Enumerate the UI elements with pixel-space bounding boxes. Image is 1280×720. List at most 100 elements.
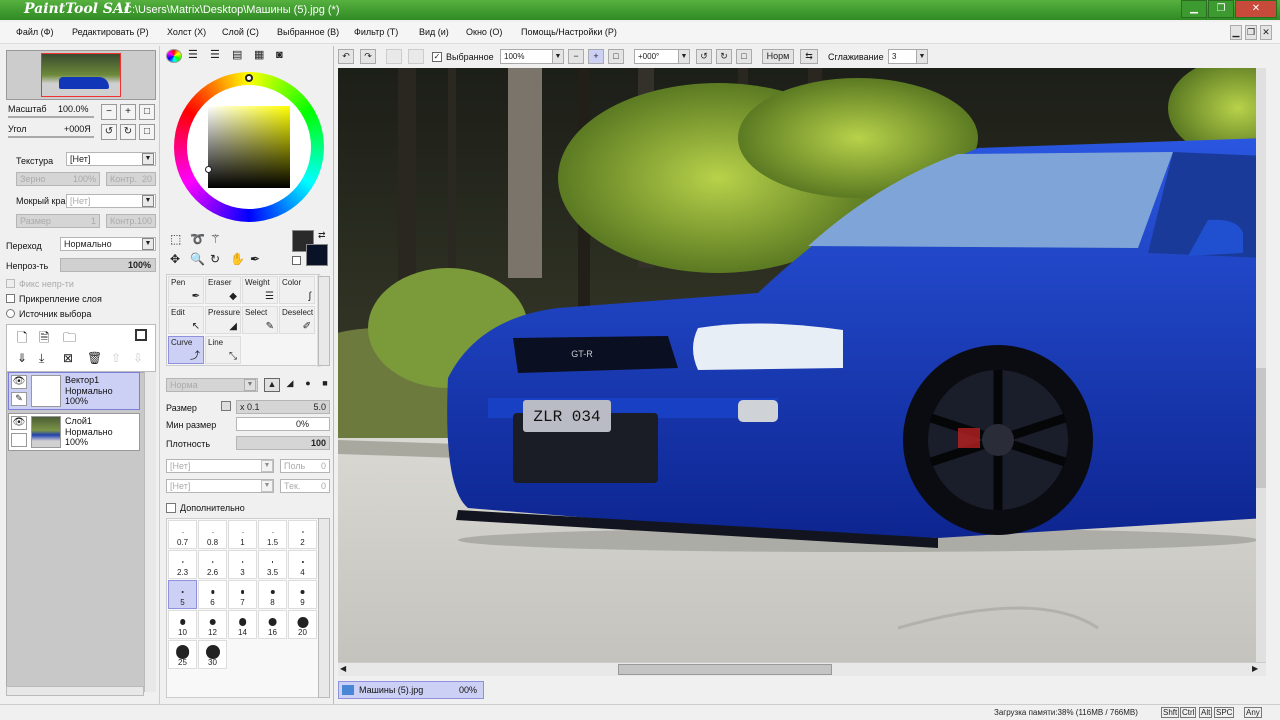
zoom-tool-icon[interactable]: 🔍 [190,252,205,266]
menu-filter[interactable]: Фильтр (Т) [354,27,398,37]
hand-icon[interactable]: ✋ [230,252,245,266]
tool-color[interactable]: Color ʃ [279,276,315,304]
texture-dropdown-icon[interactable]: ▼ [142,153,154,165]
brush-size-preset[interactable]: 3.5 [258,550,287,579]
navigator-preview[interactable] [6,50,156,100]
move-icon[interactable]: ✥ [170,252,180,266]
new-layer-icon[interactable]: 🗋 [17,329,27,351]
delete-layer-icon[interactable]: 🗑 [87,351,102,365]
nav-zoom-out-icon[interactable]: − [101,104,117,120]
selection-source-radio[interactable] [6,309,15,318]
angle-slider[interactable] [8,136,94,138]
brush-shape-round-icon[interactable]: ◢ [282,378,298,392]
brush-size-preset[interactable]: 16 [258,610,287,639]
grain-field[interactable]: Зерно 100% [16,172,100,186]
close-button[interactable]: ✕ [1235,0,1277,18]
brush-grid-scrollbar[interactable] [318,518,330,698]
angle-dropdown-icon[interactable]: ▼ [678,49,690,64]
layer-down-icon[interactable]: ⇩ [133,351,143,365]
canvas-vscrollbar[interactable] [1256,68,1266,662]
brush-size-preset[interactable]: 2.3 [168,550,197,579]
opacity-slider[interactable]: 100% [60,258,156,272]
layer-scrollbar[interactable] [144,372,156,692]
rotate-reset-icon[interactable]: □ [736,49,752,64]
brush-size-preset[interactable]: 7 [228,580,257,609]
brush-size-preset[interactable]: 3 [228,550,257,579]
tool-pen[interactable]: Pen ✒ [168,276,204,304]
layer-row[interactable]: 👁 ✎ Вектор1 Нормально 100% [8,372,140,410]
doc-restore-button[interactable]: ❐ [1245,25,1257,40]
rotate-left-icon[interactable]: ↺ [696,49,712,64]
transparent-color-icon[interactable] [292,256,301,265]
deselect-icon[interactable] [386,49,402,64]
magic-wand-icon[interactable]: ⚚ [210,232,221,246]
tool-scrollbar[interactable] [318,276,330,366]
doc-minimize-button[interactable]: ▁ [1230,25,1242,40]
menu-selection[interactable]: Выбранное (В) [277,27,339,37]
tool-eraser[interactable]: Eraser ◆ [205,276,241,304]
zoom-reset-icon[interactable]: □ [608,49,624,64]
brush-lock-icon[interactable]: ✎ [11,392,27,406]
brush-texture-dropdown-icon[interactable]: ▼ [261,480,273,492]
tool-pressure[interactable]: Pressure ◢ [205,306,241,334]
merge-down-icon[interactable]: ⤓ [39,351,44,366]
swatch-icon[interactable]: ▤ [232,49,248,63]
density-slider[interactable]: 100 [236,436,330,450]
eye-icon[interactable]: 👁 [11,375,27,389]
zoom-out-icon[interactable]: − [568,49,584,64]
menu-edit[interactable]: Редактировать (Р) [72,27,149,37]
redo-icon[interactable]: ↷ [360,49,376,64]
minimize-button[interactable]: ▁ [1181,0,1207,18]
brush-size-preset[interactable]: 14 [228,610,257,639]
brush-shape-square-icon[interactable]: ■ [318,378,332,392]
brush-texture-select[interactable]: [Нет] [166,479,274,493]
hue-handle[interactable] [245,74,253,82]
brush-size-preset[interactable]: 5 [168,580,197,609]
eyedropper-icon[interactable]: ✒ [250,252,260,266]
brush-size-preset[interactable]: 12 [198,610,227,639]
smoothing-dropdown-icon[interactable]: ▼ [916,49,928,64]
new-vector-layer-icon[interactable]: 🗎 [39,329,49,351]
brush-size-preset[interactable]: 25 [168,640,197,669]
clip-layer-checkbox[interactable] [6,294,15,303]
document-tab[interactable]: Машины (5).jpg 00% [338,681,484,699]
brush-size-preset[interactable]: 8 [258,580,287,609]
brush-size-preset[interactable]: 6 [198,580,227,609]
brush-size-preset[interactable]: 0.7 [168,520,197,549]
brush-mode-dropdown-icon[interactable]: ▼ [244,379,256,391]
brush-size-preset[interactable]: 2.6 [198,550,227,579]
brush-size-preset[interactable]: 1.5 [258,520,287,549]
fix-opacity-checkbox[interactable] [6,279,15,288]
tool-deselect[interactable]: Deselect ✐ [279,306,315,334]
brush-shape-sharp-icon[interactable]: ▲ [264,378,280,392]
layer-hscrollbar[interactable] [6,686,144,696]
menu-window[interactable]: Окно (О) [466,27,502,37]
brush-size-preset[interactable]: 2 [288,520,317,549]
saturation-value-square[interactable] [208,106,290,188]
brush-size-preset[interactable]: 1 [228,520,257,549]
brush-shape-select[interactable]: [Нет] [166,459,274,473]
menu-help[interactable]: Помощь/Настройки (Р) [521,27,617,37]
size-lock-icon[interactable] [221,401,231,411]
menu-layer[interactable]: Слой (С) [222,27,259,37]
doc-close-button[interactable]: ✕ [1260,25,1272,40]
rotate-right-icon[interactable]: ↻ [716,49,732,64]
transfer-down-icon[interactable]: ⇓ [17,351,27,365]
wet-size-field[interactable]: Размер 1 [16,214,100,228]
tool-edit[interactable]: Edit ↖ [168,306,204,334]
brush-size-preset[interactable]: 10 [168,610,197,639]
color-wheel-mode-icon[interactable] [166,49,182,63]
layer-lock-box[interactable] [11,433,27,447]
advanced-checkbox[interactable] [166,503,176,513]
brush-size-preset[interactable]: 9 [288,580,317,609]
scratchpad-icon[interactable]: ▦ [254,49,270,63]
rect-select-icon[interactable]: ⬚ [170,232,181,246]
tool-select[interactable]: Select ✎ [242,306,278,334]
min-size-slider[interactable]: 0% [236,417,330,431]
wet-edge-dropdown-icon[interactable]: ▼ [142,195,154,207]
wet-contrast-field[interactable]: Контр. 100 [106,214,156,228]
blend-dropdown-icon[interactable]: ▼ [142,238,154,250]
brush-size-preset[interactable]: 0.8 [198,520,227,549]
color-handle[interactable] [205,166,212,173]
texture-contrast-field[interactable]: Контр. 20 [106,172,156,186]
